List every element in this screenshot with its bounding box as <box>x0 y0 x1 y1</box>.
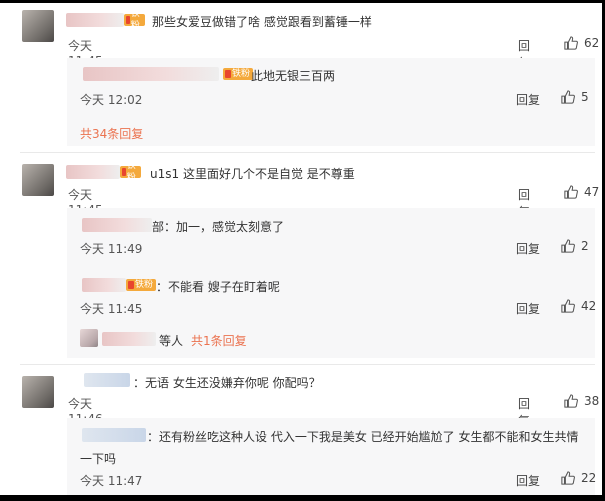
reply-text: 部：加一，感觉太刻意了 <box>152 220 285 234</box>
thumbs-up-icon <box>561 471 575 485</box>
reply-thread-1: 铁粉 此地无银三百两 今天 12:02 回复 5 共34条回复 <box>67 58 595 146</box>
fan-badge: 铁粉 <box>126 279 157 291</box>
like-button[interactable]: 2 <box>561 239 589 253</box>
comment-text: u1s1 这里面好几个不是自觉 是不尊重 <box>150 167 355 181</box>
fan-badge: 铁粉 <box>223 68 254 80</box>
like-count: 62 <box>584 36 600 50</box>
view-more-replies-link[interactable]: 共34条回复 <box>80 125 143 142</box>
thumbs-up-icon <box>561 299 575 313</box>
avatar[interactable] <box>22 10 54 42</box>
like-button[interactable]: 62 <box>564 36 599 50</box>
username[interactable] <box>66 165 120 179</box>
reply-text: ：还有粉丝吃这种人设 代入一下我是美女 已经开始尴尬了 女生都不能和女生共情 <box>147 430 579 444</box>
reply-text: ：不能看 嫂子在盯着呢 <box>156 280 280 294</box>
like-button[interactable]: 38 <box>564 394 599 408</box>
divider <box>20 152 595 153</box>
flag-icon <box>126 16 130 24</box>
username[interactable] <box>66 13 124 27</box>
username[interactable] <box>84 373 130 387</box>
like-count: 5 <box>581 90 589 104</box>
thumbs-up-icon <box>561 90 575 104</box>
frame-bottom-border <box>0 495 605 501</box>
like-button[interactable]: 22 <box>561 471 596 485</box>
flag-icon <box>122 168 126 176</box>
reply-thread-2: 部：加一，感觉太刻意了 今天 11:49 回复 2 铁粉 ：不能看 嫂子在盯着呢… <box>67 208 596 358</box>
reply-text-continued: 一下吗 <box>80 452 117 466</box>
timestamp: 今天 11:49 <box>80 242 143 256</box>
username[interactable] <box>82 218 152 232</box>
timestamp: 今天 11:45 <box>80 302 143 316</box>
like-count: 42 <box>581 299 597 313</box>
fan-badge: 铁粉 <box>124 9 146 31</box>
like-button[interactable]: 5 <box>561 90 589 104</box>
like-button[interactable]: 42 <box>561 299 596 313</box>
thumbs-up-icon <box>564 394 578 408</box>
flag-icon <box>128 281 134 289</box>
username[interactable] <box>83 67 219 81</box>
thumbs-up-icon <box>564 185 578 199</box>
reply-button[interactable]: 回复 <box>516 240 540 257</box>
like-count: 38 <box>584 394 600 408</box>
comment-text: 那些女爱豆做错了啥 感觉跟看到蓄锤一样 <box>152 15 372 29</box>
username[interactable] <box>82 278 126 292</box>
divider <box>20 364 595 365</box>
flag-icon <box>225 70 231 78</box>
fan-badge: 铁粉 <box>120 161 142 183</box>
reply-button[interactable]: 回复 <box>516 472 540 489</box>
timestamp: 今天 12:02 <box>80 93 143 107</box>
timestamp: 今天 11:47 <box>80 474 143 488</box>
like-count: 22 <box>581 471 597 485</box>
reply-thread-3: ：还有粉丝吃这种人设 代入一下我是美女 已经开始尴尬了 女生都不能和女生共情 一… <box>67 418 596 495</box>
frame-top-border <box>0 0 605 3</box>
more-replies-prefix: 等人 <box>159 334 184 348</box>
like-count: 47 <box>584 185 600 199</box>
comment-text: ：无语 女生还没嫌弃你呢 你配吗？ <box>133 376 321 390</box>
reply-button[interactable]: 回复 <box>516 300 540 317</box>
like-count: 2 <box>581 239 589 253</box>
username[interactable] <box>82 428 146 442</box>
thumbs-up-icon <box>564 36 578 50</box>
thumbs-up-icon <box>561 239 575 253</box>
reply-text: 此地无银三百两 <box>251 69 336 83</box>
username[interactable] <box>102 332 156 346</box>
avatar[interactable] <box>22 376 54 408</box>
like-button[interactable]: 47 <box>564 185 599 199</box>
avatar[interactable] <box>80 329 98 347</box>
view-more-replies-link[interactable]: 共1条回复 <box>191 332 247 349</box>
reply-button[interactable]: 回复 <box>516 91 540 108</box>
avatar[interactable] <box>22 164 54 196</box>
